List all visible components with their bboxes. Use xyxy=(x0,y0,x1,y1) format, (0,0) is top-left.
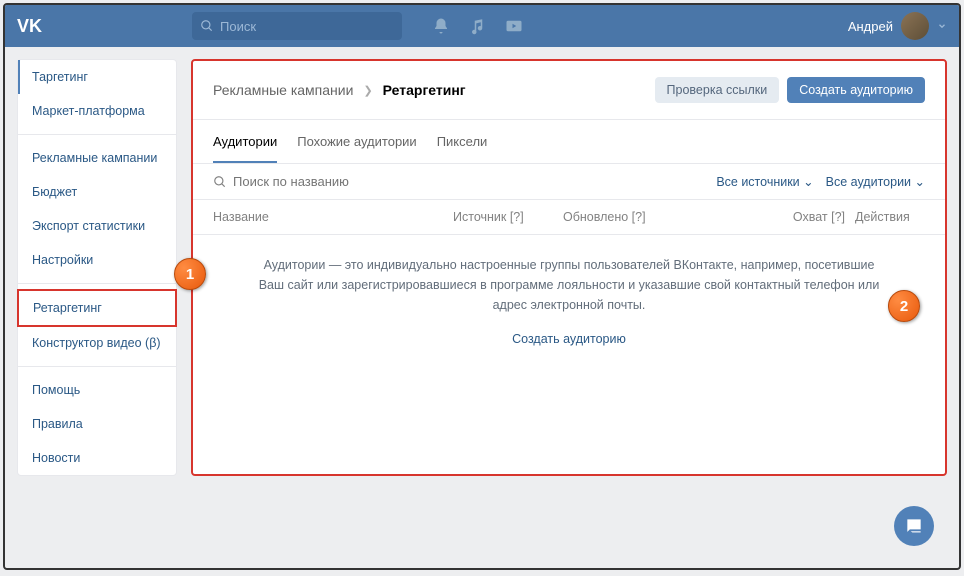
chat-fab[interactable] xyxy=(894,506,934,546)
filter-sources[interactable]: Все источники ⌄ xyxy=(716,174,813,189)
sidebar-divider xyxy=(18,283,176,284)
breadcrumb-current: Ретаргетинг xyxy=(383,82,466,98)
avatar xyxy=(901,12,929,40)
breadcrumb: Рекламные кампании ❯ Ретаргетинг Проверк… xyxy=(193,61,945,120)
music-icon[interactable] xyxy=(468,17,486,35)
sidebar-item-export[interactable]: Экспорт статистики xyxy=(18,209,176,243)
top-bar: VK Поиск Андрей xyxy=(5,5,959,47)
th-updated: Обновлено [?] xyxy=(563,210,703,224)
vk-logo[interactable]: VK xyxy=(17,16,42,37)
user-name: Андрей xyxy=(848,19,893,34)
breadcrumb-parent[interactable]: Рекламные кампании xyxy=(213,82,353,98)
callout-2: 2 xyxy=(888,290,920,322)
tabs: Аудитории Похожие аудитории Пиксели xyxy=(193,120,945,163)
create-audience-button[interactable]: Создать аудиторию xyxy=(787,77,925,103)
sidebar-item-budget[interactable]: Бюджет xyxy=(18,175,176,209)
sidebar-item-video-constructor[interactable]: Конструктор видео (β) xyxy=(18,326,176,360)
chevron-down-icon xyxy=(937,21,947,31)
chevron-right-icon: ❯ xyxy=(363,84,372,97)
check-link-button[interactable]: Проверка ссылки xyxy=(655,77,780,103)
sidebar-item-settings[interactable]: Настройки xyxy=(18,243,176,277)
sidebar-item-market[interactable]: Маркет-платформа xyxy=(18,94,176,128)
filter-search[interactable] xyxy=(213,174,704,189)
bell-icon[interactable] xyxy=(432,17,450,35)
search-placeholder: Поиск xyxy=(220,19,256,34)
empty-text: Аудитории — это индивидуально настроенны… xyxy=(259,258,880,312)
user-menu[interactable]: Андрей xyxy=(848,12,947,40)
tab-audiences[interactable]: Аудитории xyxy=(213,134,277,163)
empty-create-link[interactable]: Создать аудиторию xyxy=(253,329,885,349)
sidebar-item-targeting[interactable]: Таргетинг xyxy=(18,60,176,94)
th-actions: Действия xyxy=(855,210,925,224)
sidebar-item-campaigns[interactable]: Рекламные кампании xyxy=(18,141,176,175)
search-box[interactable]: Поиск xyxy=(192,12,402,40)
sidebar-divider xyxy=(18,134,176,135)
sidebar-item-news[interactable]: Новости xyxy=(18,441,176,475)
search-icon xyxy=(200,19,214,33)
sidebar: Таргетинг Маркет-платформа Рекламные кам… xyxy=(17,59,177,476)
main-panel: Рекламные кампании ❯ Ретаргетинг Проверк… xyxy=(191,59,947,476)
empty-state: Аудитории — это индивидуально настроенны… xyxy=(193,235,945,369)
sidebar-item-retargeting[interactable]: Ретаргетинг xyxy=(17,289,177,327)
chat-icon xyxy=(904,516,924,536)
sidebar-item-rules[interactable]: Правила xyxy=(18,407,176,441)
filter-audiences[interactable]: Все аудитории ⌄ xyxy=(826,174,925,189)
sidebar-divider xyxy=(18,366,176,367)
sidebar-item-help[interactable]: Помощь xyxy=(18,373,176,407)
filter-row: Все источники ⌄ Все аудитории ⌄ xyxy=(193,163,945,200)
search-input[interactable] xyxy=(233,174,409,189)
tab-lookalike[interactable]: Похожие аудитории xyxy=(297,134,416,163)
th-reach: Охват [?] xyxy=(765,210,855,224)
th-name: Название xyxy=(213,210,453,224)
tab-pixels[interactable]: Пиксели xyxy=(437,134,488,163)
top-icons xyxy=(432,17,524,35)
table-header: Название Источник [?] Обновлено [?] Охва… xyxy=(193,200,945,235)
chevron-down-icon: ⌄ xyxy=(915,175,925,189)
search-icon xyxy=(213,175,227,189)
callout-1: 1 xyxy=(174,258,206,290)
th-source: Источник [?] xyxy=(453,210,563,224)
chevron-down-icon: ⌄ xyxy=(803,175,813,189)
video-icon[interactable] xyxy=(504,17,524,35)
